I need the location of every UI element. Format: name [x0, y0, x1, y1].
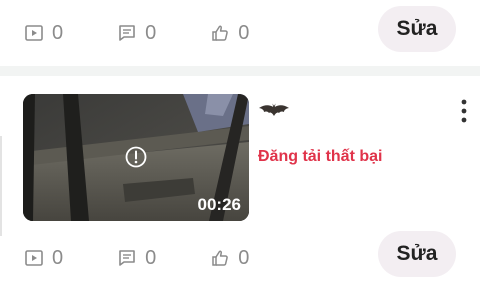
alert-icon [125, 146, 147, 168]
views-count: 0 [52, 247, 64, 269]
comment-icon [119, 250, 135, 266]
thumbs-up-icon [212, 25, 229, 41]
likes-stat: 0 [210, 248, 249, 268]
video-duration: 00:26 [197, 195, 241, 214]
comment-icon [119, 25, 135, 41]
post-stats-row-bottom: 0 0 0 Sửa [0, 225, 480, 291]
comments-count: 0 [145, 22, 157, 44]
thumbs-up-icon [212, 250, 229, 266]
comments-stat: 0 [117, 248, 156, 268]
likes-count: 0 [238, 22, 250, 44]
upload-failed-status: Đăng tải thất bại [258, 148, 383, 165]
section-divider [0, 66, 480, 76]
bat-avatar-icon[interactable] [258, 102, 290, 122]
comments-stat: 0 [117, 23, 156, 43]
edit-button-bottom[interactable]: Sửa [378, 231, 456, 277]
upload-card: 00:26 Đăng tải thất bại [0, 76, 480, 236]
likes-stat: 0 [210, 23, 249, 43]
views-stat: 0 [24, 23, 63, 43]
play-icon [25, 250, 43, 266]
more-options-icon[interactable] [458, 98, 470, 124]
post-stats-row-top: 0 0 0 Sửa [0, 0, 480, 66]
views-count: 0 [52, 22, 64, 44]
left-edge-line [0, 136, 2, 236]
views-stat: 0 [24, 248, 63, 268]
edit-button-top[interactable]: Sửa [378, 6, 456, 52]
play-icon [25, 25, 43, 41]
video-thumbnail[interactable]: 00:26 [23, 94, 249, 221]
likes-count: 0 [238, 247, 250, 269]
comments-count: 0 [145, 247, 157, 269]
